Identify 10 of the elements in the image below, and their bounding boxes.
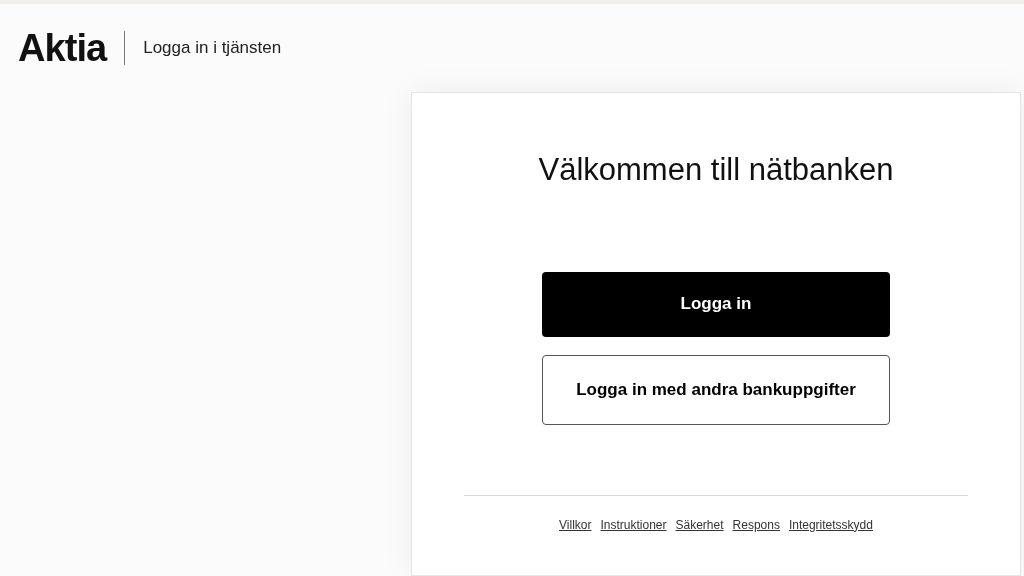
login-button[interactable]: Logga in [542, 271, 890, 337]
footer-link[interactable]: Säkerhet [675, 515, 724, 534]
footer-link[interactable]: Integritetsskydd [788, 515, 873, 534]
footer-link[interactable]: Instruktioner [600, 515, 667, 534]
footer-link[interactable]: Villkor [559, 515, 592, 534]
welcome-heading: Välkommen till nätbanken [538, 151, 894, 189]
alternative-login-button[interactable]: Logga in med andra bankuppgifter [542, 354, 890, 425]
footer-link[interactable]: Respons [732, 515, 780, 534]
page-title: Logga in i tjänsten [143, 37, 282, 60]
logo: Aktia [18, 29, 107, 67]
